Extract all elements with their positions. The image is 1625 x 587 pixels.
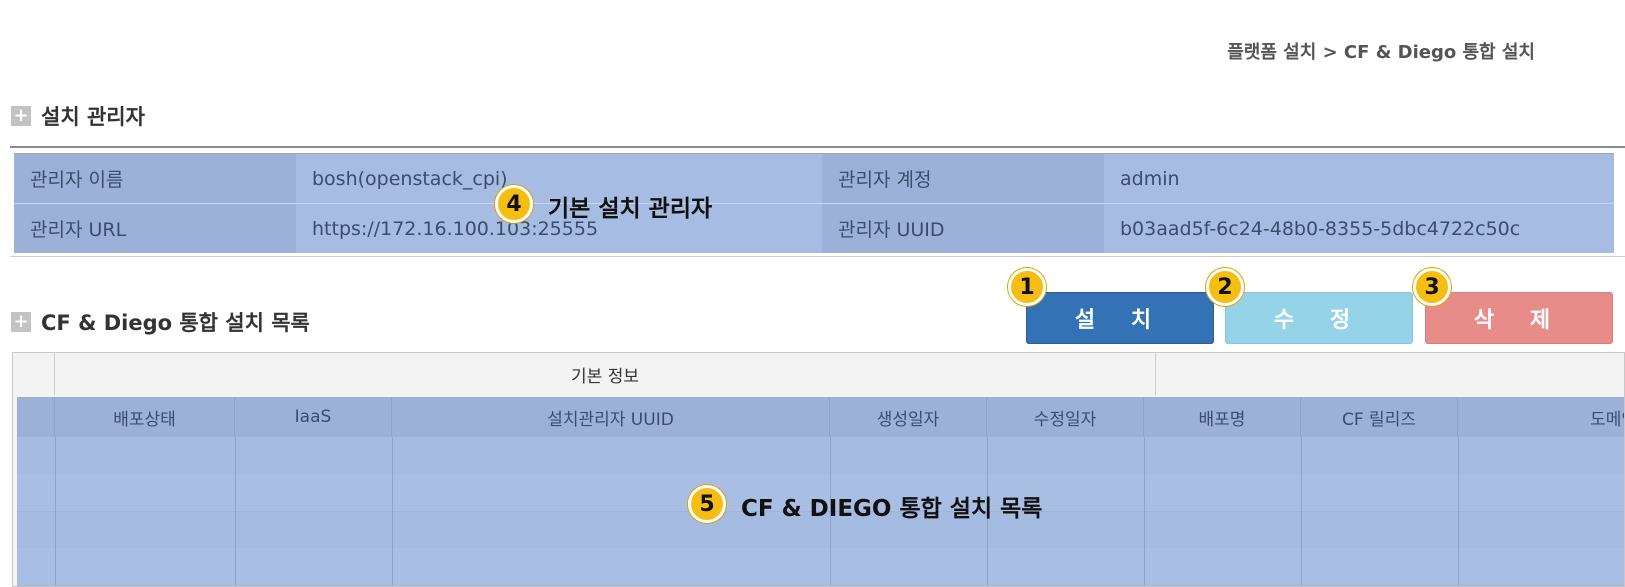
annotation-label-5: CF & DIEGO 통합 설치 목록 [741,496,1043,522]
annotation-label-4: 기본 설치 관리자 [548,196,713,222]
column-header-checkbox[interactable] [17,397,55,437]
column-divider [235,437,236,586]
install-button[interactable]: 설 치 [1026,292,1214,344]
director-account-label: 관리자 계정 [822,154,1104,203]
plus-icon: + [11,106,31,126]
column-header-iaas[interactable]: IaaS [235,397,392,437]
column-header-deployment-name[interactable]: 배포명 [1144,397,1301,437]
director-uuid-label: 관리자 UUID [822,204,1104,253]
section-title-director: + 설치 관리자 [11,101,145,131]
director-uuid-value: b03aad5f-6c24-48b0-8355-5dbc4722c50c [1104,204,1614,253]
deployment-grid: 기본 정보 배포상태 IaaS 설치관리자 UUID 생성일자 수정일자 배포명… [12,352,1625,587]
column-divider [55,437,56,586]
annotation-badge-2: 2 [1206,268,1244,306]
director-info-panel: 관리자 이름 bosh(openstack_cpi) 관리자 계정 admin … [14,153,1614,253]
section-title-text: 설치 관리자 [41,105,145,129]
grid-group-extra [1156,353,1624,395]
panel-divider [10,256,1625,257]
plus-icon: + [11,312,31,332]
column-header-created[interactable]: 생성일자 [830,397,987,437]
annotation-badge-5: 5 [688,485,726,523]
table-row[interactable] [17,548,1624,586]
director-info-row: 관리자 이름 bosh(openstack_cpi) 관리자 계정 admin [14,154,1614,203]
table-row[interactable] [17,437,1624,475]
column-header-status[interactable]: 배포상태 [55,397,235,437]
column-divider [392,437,393,586]
annotation-badge-1: 1 [1008,268,1046,306]
edit-button[interactable]: 수 정 [1225,292,1413,344]
column-divider [1301,437,1302,586]
annotation-badge-4: 4 [495,185,533,223]
breadcrumb: 플랫폼 설치 > CF & Diego 통합 설치 [1227,42,1535,63]
director-url-label: 관리자 URL [14,204,296,253]
section-divider [10,146,1625,148]
annotation-badge-3: 3 [1413,268,1451,306]
column-divider [1144,437,1145,586]
column-header-updated[interactable]: 수정일자 [987,397,1144,437]
column-header-domain[interactable]: 도메인 [1458,397,1624,437]
delete-button[interactable]: 삭 제 [1425,292,1613,344]
grid-group-basic: 기본 정보 [55,353,1156,395]
grid-header-row: 배포상태 IaaS 설치관리자 UUID 생성일자 수정일자 배포명 CF 릴리… [17,397,1624,437]
director-name-label: 관리자 이름 [14,154,296,203]
director-info-row: 관리자 URL https://172.16.100.103:25555 관리자… [14,204,1614,253]
column-header-director-uuid[interactable]: 설치관리자 UUID [392,397,830,437]
section-title-list: + CF & Diego 통합 설치 목록 [11,307,310,337]
column-divider [1458,437,1459,586]
section-title-text: CF & Diego 통합 설치 목록 [41,311,310,335]
column-header-cf-release[interactable]: CF 릴리즈 [1301,397,1458,437]
grid-corner [13,353,55,395]
director-account-value: admin [1104,154,1614,203]
